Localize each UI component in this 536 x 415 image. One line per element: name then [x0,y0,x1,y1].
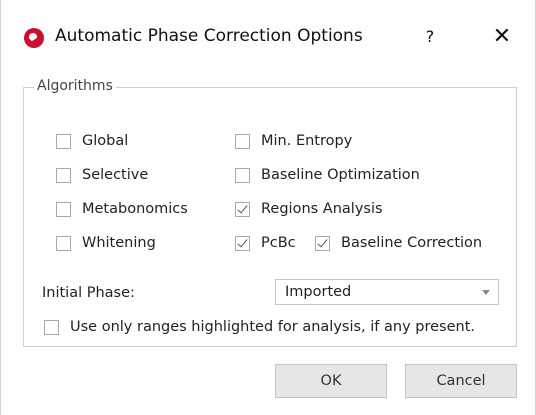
ok-button[interactable]: OK [275,364,387,398]
algorithms-legend: Algorithms [34,78,116,94]
checkbox-label: Metabonomics [82,201,188,217]
checkbox-label: Selective [82,167,149,183]
checkbox-box[interactable] [56,201,71,217]
checkbox-box[interactable] [235,133,250,149]
checkbox-label: Baseline Correction [341,235,483,251]
checkbox-box[interactable] [235,167,250,183]
checkbox-label: Global [82,133,129,149]
checkbox-baseline-optimization[interactable]: Baseline Optimization [235,165,420,185]
checkbox-highlighted-ranges[interactable]: Use only ranges highlighted for analysis… [44,317,475,337]
initial-phase-select[interactable]: Imported [275,279,499,305]
chevron-down-icon [482,290,490,295]
checkbox-regions-analysis[interactable]: Regions Analysis [235,199,383,219]
checkbox-pcbc[interactable]: PcBc [235,233,296,253]
checkbox-label: Baseline Optimization [261,167,420,183]
checkbox-box[interactable] [56,167,71,183]
checkbox-min-entropy[interactable]: Min. Entropy [235,131,352,151]
close-button[interactable]: ✕ [487,22,517,52]
checkbox-label: PcBc [261,235,296,251]
help-button[interactable]: ? [415,22,445,52]
checkbox-box[interactable] [315,235,330,251]
checkbox-label: Min. Entropy [261,133,353,149]
checkbox-box[interactable] [56,133,71,149]
checkbox-label: Use only ranges highlighted for analysis… [70,319,475,335]
cancel-button[interactable]: Cancel [405,364,517,398]
checkbox-selective[interactable]: Selective [56,165,148,185]
initial-phase-value: Imported [285,284,352,300]
checkbox-global[interactable]: Global [56,131,128,151]
app-logo-icon [24,28,44,48]
checkbox-baseline-correction[interactable]: Baseline Correction [315,233,482,253]
title-bar[interactable]: Automatic Phase Correction Options ? ✕ [1,0,535,74]
checkbox-whitening[interactable]: Whitening [56,233,156,253]
initial-phase-label: Initial Phase: [42,285,135,301]
checkbox-box[interactable] [56,235,71,251]
phase-correction-dialog: Automatic Phase Correction Options ? ✕ A… [0,0,536,415]
checkbox-label: Whitening [82,235,156,251]
checkbox-metabonomics[interactable]: Metabonomics [56,199,188,219]
dialog-title: Automatic Phase Correction Options [55,26,363,46]
checkbox-box[interactable] [235,201,250,217]
checkbox-label: Regions Analysis [261,201,383,217]
checkbox-box[interactable] [44,319,59,335]
checkbox-box[interactable] [235,235,250,251]
